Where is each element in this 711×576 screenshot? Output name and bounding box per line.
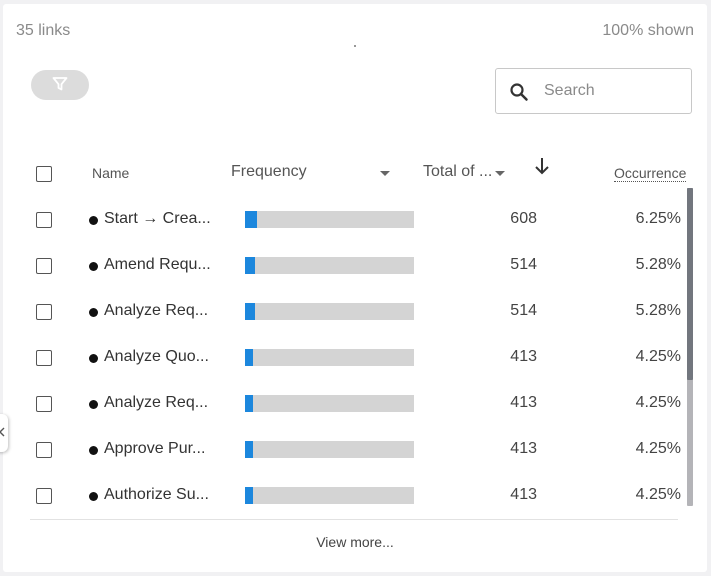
view-more-link[interactable]: View more...: [3, 534, 707, 550]
link-name: Authorize Su...: [104, 486, 209, 503]
total-value: 514: [510, 256, 537, 273]
frequency-bar-fill: [245, 395, 253, 412]
frequency-bar-fill: [245, 487, 253, 504]
occurrence-value: 5.28%: [635, 256, 681, 273]
frequency-bar: [245, 211, 414, 228]
occurrence-value: 5.28%: [635, 302, 681, 319]
bullet-icon: [89, 354, 98, 363]
bullet-icon: [89, 492, 98, 501]
drag-dot: [354, 45, 356, 47]
links-panel: 35 links 100% shown Name Frequency Total…: [3, 4, 707, 572]
table-row[interactable]: Analyze Quo... 413 4.25%: [3, 346, 693, 392]
frequency-bar: [245, 487, 414, 504]
shown-percent: 100% shown: [602, 22, 694, 39]
table-row[interactable]: Analyze Req... 413 4.25%: [3, 392, 693, 438]
frequency-dropdown-icon[interactable]: [380, 171, 390, 176]
bullet-icon: [89, 400, 98, 409]
row-checkbox[interactable]: [36, 396, 52, 412]
frequency-bar: [245, 349, 414, 366]
search-icon: [509, 82, 529, 107]
total-value: 608: [510, 210, 537, 227]
row-checkbox[interactable]: [36, 350, 52, 366]
table-row[interactable]: Start → Crea... 608 6.25%: [3, 208, 693, 254]
total-value: 413: [510, 486, 537, 503]
occurrence-value: 4.25%: [635, 440, 681, 457]
occurrence-value: 6.25%: [635, 210, 681, 227]
frequency-bar: [245, 257, 414, 274]
table-row[interactable]: Amend Requ... 514 5.28%: [3, 254, 693, 300]
frequency-bar: [245, 303, 414, 320]
occurrence-value: 4.25%: [635, 394, 681, 411]
frequency-bar: [245, 395, 414, 412]
scrollbar-thumb[interactable]: [687, 188, 693, 380]
total-value: 413: [510, 440, 537, 457]
link-name: Analyze Quo...: [104, 348, 209, 365]
link-name: Approve Pur...: [104, 440, 206, 457]
link-name: Analyze Req...: [104, 394, 209, 411]
table-row[interactable]: Approve Pur... 413 4.25%: [3, 438, 693, 484]
frequency-bar-fill: [245, 349, 253, 366]
arrow-down-icon[interactable]: [533, 156, 551, 181]
select-all-checkbox[interactable]: [36, 166, 52, 182]
bullet-icon: [89, 446, 98, 455]
link-count: 35 links: [16, 22, 71, 39]
row-checkbox[interactable]: [36, 212, 52, 228]
row-checkbox[interactable]: [36, 304, 52, 320]
row-checkbox[interactable]: [36, 442, 52, 458]
row-checkbox[interactable]: [36, 488, 52, 504]
total-dropdown-icon[interactable]: [495, 171, 505, 176]
frequency-bar-fill: [245, 441, 253, 458]
occurrence-value: 4.25%: [635, 348, 681, 365]
frequency-bar: [245, 441, 414, 458]
name-column-header[interactable]: Name: [92, 165, 129, 181]
link-name: Start → Crea...: [104, 210, 211, 227]
total-value: 413: [510, 394, 537, 411]
table-row[interactable]: Authorize Su... 413 4.25%: [3, 484, 693, 530]
bullet-icon: [89, 216, 98, 225]
filter-icon: [52, 76, 68, 95]
total-value: 514: [510, 302, 537, 319]
search-box[interactable]: [495, 68, 692, 114]
filter-button[interactable]: [31, 70, 89, 100]
frequency-bar-fill: [245, 257, 255, 274]
total-value: 413: [510, 348, 537, 365]
table-divider: [30, 519, 678, 520]
link-name: Analyze Req...: [104, 302, 209, 319]
collapse-side-tab[interactable]: [0, 414, 8, 452]
search-input[interactable]: [544, 79, 679, 103]
total-column-header[interactable]: Total of ...: [423, 163, 492, 181]
bullet-icon: [89, 262, 98, 271]
frequency-bar-fill: [245, 303, 255, 320]
row-checkbox[interactable]: [36, 258, 52, 274]
frequency-bar-fill: [245, 211, 257, 228]
occurrence-value: 4.25%: [635, 486, 681, 503]
table-row[interactable]: Analyze Req... 514 5.28%: [3, 300, 693, 346]
occurrence-column-header[interactable]: Occurrence: [614, 165, 687, 182]
link-name: Amend Requ...: [104, 256, 211, 273]
chevron-left-icon: [0, 424, 5, 442]
frequency-column-header[interactable]: Frequency: [231, 163, 307, 181]
bullet-icon: [89, 308, 98, 317]
